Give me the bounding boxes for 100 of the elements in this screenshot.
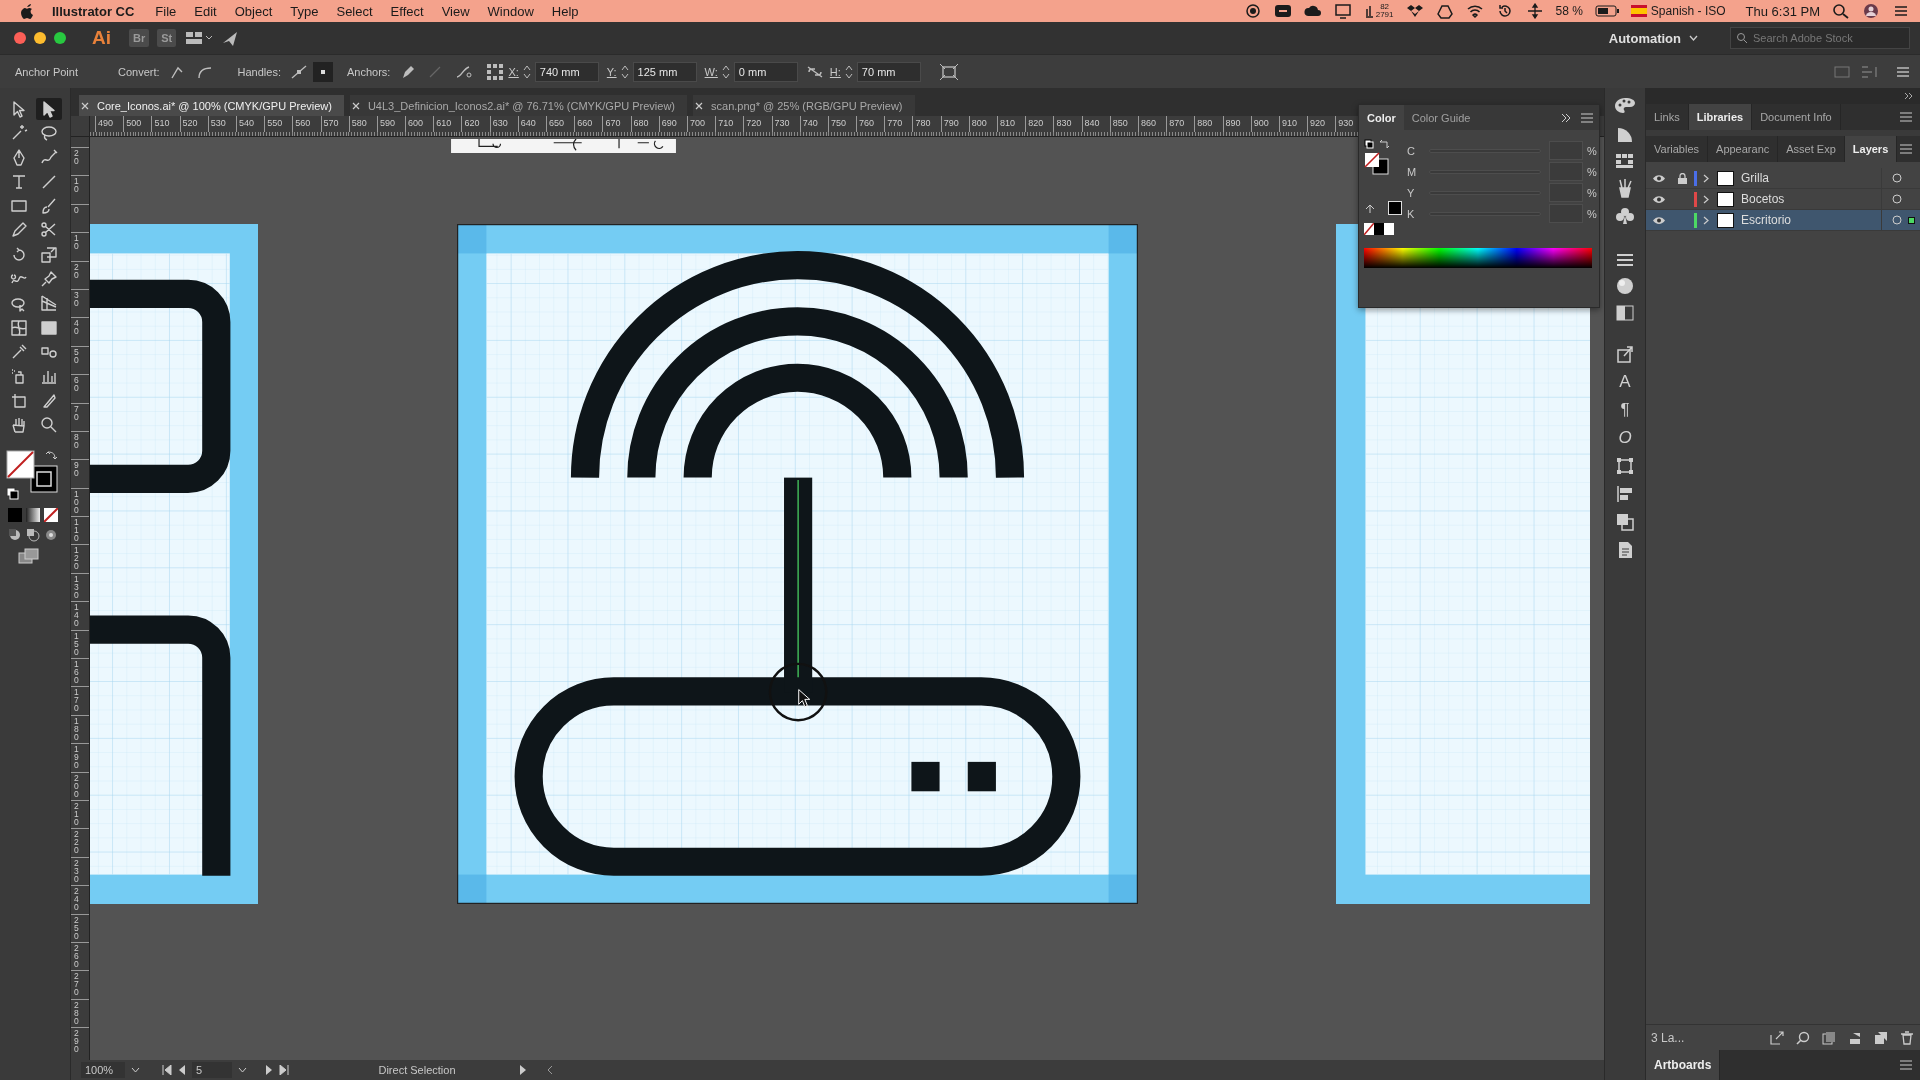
app-icon[interactable] <box>1273 3 1292 19</box>
direct-selection-tool[interactable] <box>36 98 62 120</box>
last-color-swatch[interactable] <box>1388 201 1402 215</box>
battery-icon[interactable] <box>1594 5 1619 17</box>
locate-icon[interactable] <box>1796 1030 1810 1045</box>
zoom-field[interactable]: 100% <box>81 1062 125 1078</box>
transform-panel-icon[interactable] <box>1615 456 1635 476</box>
avatar-icon[interactable] <box>1862 3 1880 19</box>
next-artboard-icon[interactable] <box>265 1065 273 1075</box>
quick-swatches[interactable] <box>1364 223 1394 235</box>
new-layer-icon[interactable] <box>1874 1030 1888 1045</box>
none-mode-icon[interactable] <box>44 508 58 523</box>
menu-item[interactable]: Help <box>542 3 588 19</box>
symbols-icon[interactable] <box>1615 206 1635 226</box>
asset-export-icon[interactable] <box>1615 344 1635 364</box>
stroke-icon[interactable] <box>1615 252 1635 268</box>
menu-item[interactable]: Object <box>225 3 282 19</box>
swap-icon[interactable] <box>1379 139 1389 149</box>
last-artboard-icon[interactable] <box>279 1065 289 1075</box>
character-panel-icon[interactable]: A <box>1619 372 1631 392</box>
cloud-icon[interactable] <box>1303 3 1322 19</box>
close-button[interactable] <box>14 32 26 44</box>
align-panel-icon[interactable] <box>1615 484 1635 504</box>
search-field[interactable]: Search Adobe Stock <box>1730 27 1910 49</box>
value-field[interactable]: 740 mm <box>534 61 599 82</box>
align-grid-icon[interactable] <box>486 62 505 81</box>
link-icon[interactable] <box>805 64 824 79</box>
previous-artboard-icon[interactable] <box>178 1065 186 1075</box>
menu-icon[interactable] <box>1900 112 1912 122</box>
panel-tab[interactable]: Libraries <box>1688 104 1753 130</box>
color-mode-icon[interactable] <box>8 508 22 523</box>
document-tab[interactable]: U4L3_Definicion_Iconos2.ai* @ 76.71% (CMYK/GPU Preview) <box>349 95 687 116</box>
target-icon[interactable] <box>1892 173 1902 183</box>
record-icon[interactable] <box>1243 3 1262 19</box>
menu-item[interactable]: Effect <box>381 3 433 19</box>
search-icon[interactable] <box>1832 3 1850 19</box>
panel-tab[interactable]: Layers <box>1844 136 1898 162</box>
menu-item[interactable]: Type <box>281 3 328 19</box>
caret-icon[interactable] <box>131 1067 140 1073</box>
menu-icon[interactable] <box>1900 1060 1912 1070</box>
eye-icon[interactable] <box>1652 173 1666 183</box>
menu-item[interactable]: View <box>432 3 479 19</box>
menu-item[interactable]: Select <box>327 3 382 19</box>
arrange-icon[interactable] <box>184 30 213 46</box>
layer-row[interactable]: Escritorio <box>1646 210 1920 231</box>
gradient-icon[interactable] <box>1615 276 1635 296</box>
lock-icon[interactable] <box>1677 172 1687 184</box>
list-icon[interactable] <box>1892 3 1910 19</box>
close-icon[interactable] <box>81 101 89 110</box>
first-artboard-icon[interactable] <box>162 1065 172 1075</box>
expand-icon[interactable] <box>1703 194 1709 204</box>
pathfinder-icon[interactable] <box>1615 512 1635 532</box>
panel-tab[interactable]: Artboards <box>1646 1050 1721 1080</box>
caret-icon[interactable] <box>238 1067 247 1073</box>
play-icon[interactable] <box>519 1065 527 1075</box>
clock[interactable]: Thu 6:31 PM <box>1745 3 1820 19</box>
transparency-icon[interactable] <box>1615 304 1635 322</box>
expand-icon[interactable] <box>1561 112 1571 123</box>
clipping-mask-icon[interactable] <box>1822 1030 1836 1045</box>
close-icon[interactable] <box>695 101 703 110</box>
zoom-button[interactable] <box>54 32 66 44</box>
draw-inside-icon[interactable] <box>44 528 58 543</box>
drive-icon[interactable] <box>1435 3 1454 19</box>
selected-art-indicator[interactable] <box>1907 216 1915 224</box>
transform-icon[interactable] <box>938 62 959 81</box>
stepper-icon[interactable] <box>620 63 629 80</box>
draw-normal-icon[interactable] <box>8 528 22 543</box>
screen-mode-icon[interactable] <box>18 548 40 565</box>
dropbox-icon[interactable] <box>1405 3 1424 19</box>
stepper-icon[interactable] <box>721 63 730 80</box>
paragraph-panel-icon[interactable]: ¶ <box>1620 400 1630 420</box>
layer-row[interactable]: Grilla <box>1646 168 1920 189</box>
layer-name[interactable]: Escritorio <box>1741 213 1881 227</box>
new-sublayer-icon[interactable] <box>1848 1030 1862 1045</box>
swatches-icon[interactable] <box>1615 152 1635 170</box>
export-icon[interactable] <box>1770 1030 1784 1045</box>
document-tab[interactable]: scan.png* @ 25% (RGB/GPU Preview) <box>693 95 915 116</box>
opentype-panel-icon[interactable]: O <box>1618 428 1632 448</box>
eye-icon[interactable] <box>1652 215 1666 225</box>
layer-name[interactable]: Bocetos <box>1741 192 1881 206</box>
out-of-gamut-icon[interactable] <box>1365 204 1375 214</box>
panel-tab[interactable]: Color Guide <box>1403 105 1479 130</box>
expand-icon[interactable] <box>1703 173 1709 183</box>
delete-icon[interactable] <box>1900 1030 1914 1045</box>
scroll-left-icon[interactable] <box>547 1065 553 1075</box>
minimize-button[interactable] <box>34 32 46 44</box>
stepper-icon[interactable] <box>522 63 531 80</box>
input-source[interactable]: Spanish - ISO <box>1650 4 1726 18</box>
menu-icon[interactable] <box>1896 65 1910 78</box>
menu-item[interactable]: File <box>146 3 186 19</box>
close-icon[interactable] <box>351 101 360 110</box>
move-icon[interactable] <box>1525 3 1544 19</box>
draw-behind-icon[interactable] <box>26 528 40 543</box>
gradient-mode-icon[interactable] <box>26 508 40 523</box>
workspace-switcher[interactable]: Automation <box>1602 29 1704 47</box>
menu-item[interactable]: Window <box>478 3 543 19</box>
hide-handles-icon[interactable] <box>313 61 333 82</box>
app-name[interactable]: Illustrator CC <box>34 3 147 19</box>
value-field[interactable]: 70 mm <box>856 61 921 82</box>
artboard-field[interactable]: 5 <box>192 1062 232 1078</box>
